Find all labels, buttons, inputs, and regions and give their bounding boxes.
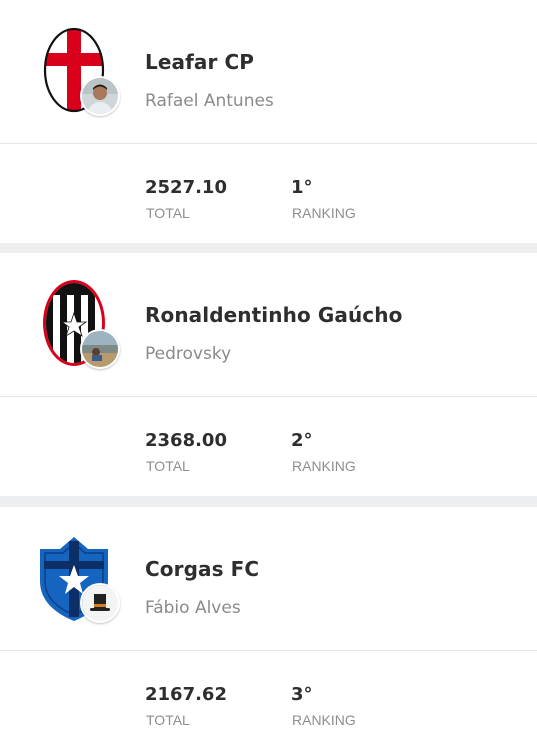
team-card-header[interactable]: Leafar CP Rafael Antunes	[0, 0, 537, 143]
team-card-1[interactable]: Leafar CP Rafael Antunes 2527.10 TOTAL 1…	[0, 0, 537, 243]
user-photo-avatar	[82, 78, 118, 114]
total-value: 2167.62	[145, 684, 227, 705]
team-name: Corgas FC	[145, 557, 260, 581]
ranking-value: 3°	[291, 684, 313, 705]
total-label: TOTAL	[146, 712, 190, 728]
ranking-value: 1°	[291, 177, 313, 198]
ranking-label: RANKING	[292, 458, 356, 474]
team-name: Ronaldentinho Gaúcho	[145, 303, 403, 327]
team-badge	[38, 533, 120, 625]
landscape-photo-avatar	[82, 331, 118, 367]
team-card-3[interactable]: Corgas FC Fábio Alves 2167.62 TOTAL 3° R…	[0, 507, 537, 750]
team-card-header[interactable]: Corgas FC Fábio Alves	[0, 507, 537, 650]
divider	[0, 396, 537, 397]
total-value: 2527.10	[145, 177, 227, 198]
owner-avatar	[80, 76, 120, 116]
team-card-header[interactable]: Ronaldentinho Gaúcho Pedrovsky	[0, 253, 537, 396]
team-ranking-list: Leafar CP Rafael Antunes 2527.10 TOTAL 1…	[0, 0, 537, 750]
total-value: 2368.00	[145, 430, 227, 451]
total-label: TOTAL	[146, 205, 190, 221]
team-badge	[38, 26, 120, 118]
divider	[0, 650, 537, 651]
owner-name: Fábio Alves	[145, 598, 241, 618]
ranking-value: 2°	[291, 430, 313, 451]
owner-name: Pedrovsky	[145, 344, 232, 364]
team-name: Leafar CP	[145, 50, 255, 74]
top-hat-avatar	[82, 585, 118, 621]
owner-name: Rafael Antunes	[145, 91, 274, 111]
team-badge	[38, 279, 120, 371]
total-label: TOTAL	[146, 458, 190, 474]
ranking-label: RANKING	[292, 712, 356, 728]
owner-avatar	[80, 583, 120, 623]
team-card-2[interactable]: Ronaldentinho Gaúcho Pedrovsky 2368.00 T…	[0, 253, 537, 496]
owner-avatar	[80, 329, 120, 369]
divider	[0, 143, 537, 144]
ranking-label: RANKING	[292, 205, 356, 221]
